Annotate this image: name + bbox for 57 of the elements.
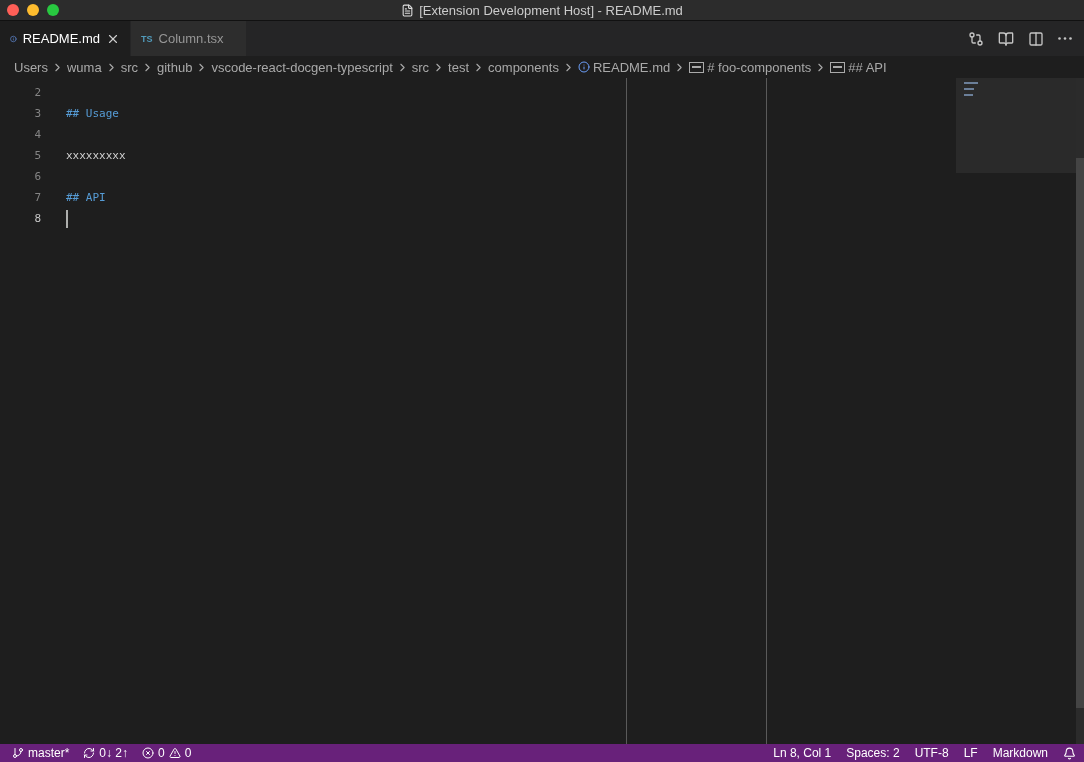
sync-status[interactable]: 0↓ 2↑	[83, 746, 129, 760]
compare-changes-button[interactable]	[968, 30, 984, 47]
sync-icon	[83, 747, 96, 759]
minimize-window-button[interactable]	[27, 4, 39, 16]
breadcrumb-item[interactable]: README.md	[592, 59, 671, 75]
breadcrumb-item[interactable]: src	[411, 59, 430, 75]
close-window-button[interactable]	[7, 4, 19, 16]
more-icon	[1058, 37, 1072, 40]
breadcrumb-item[interactable]: components	[488, 59, 559, 75]
split-editor-button[interactable]	[1028, 30, 1044, 47]
line-number: 7	[33, 190, 42, 206]
document-icon	[401, 3, 415, 17]
line-number: 3	[33, 106, 42, 122]
status-item[interactable]: UTF-8	[914, 746, 949, 760]
problems-status[interactable]: 0 0	[142, 746, 192, 760]
warning-count: 0	[184, 746, 192, 760]
breadcrumb-item[interactable]: vscode-react-docgen-typescript	[211, 59, 393, 75]
book-icon	[998, 30, 1014, 47]
editor-tab[interactable]: README.md	[0, 21, 131, 56]
file-type-icon: TS	[141, 33, 153, 44]
breadcrumb-item[interactable]: wuma	[66, 59, 102, 75]
error-icon	[142, 747, 155, 759]
line-number: 8	[33, 211, 42, 227]
scrollbar[interactable]	[1076, 78, 1084, 744]
split-icon	[1028, 30, 1044, 47]
line-number: 4	[33, 127, 42, 143]
compare-icon	[968, 30, 984, 47]
breadcrumb-item[interactable]: ## API	[848, 59, 887, 75]
info-icon	[577, 61, 590, 73]
warning-icon	[168, 747, 181, 759]
notifications-icon[interactable]	[1063, 746, 1076, 760]
line-number: 5	[33, 148, 42, 164]
branch-status[interactable]: master*	[12, 746, 70, 760]
branch-icon	[12, 747, 24, 759]
editor-tab[interactable]: TS Column.tsx	[131, 21, 247, 56]
error-count: 0	[158, 746, 165, 760]
breadcrumb-item[interactable]: # foo-components	[707, 59, 812, 75]
status-item[interactable]: LF	[963, 746, 978, 760]
window-title: [Extension Development Host] - README.md	[419, 2, 683, 18]
heading-text: ## Usage	[66, 107, 119, 120]
line-number: 2	[33, 85, 42, 101]
heading-text: ## API	[66, 191, 106, 204]
breadcrumb-item[interactable]: test	[448, 59, 470, 75]
open-preview-button[interactable]	[998, 30, 1014, 47]
status-item[interactable]: Markdown	[992, 746, 1048, 760]
breadcrumb-item[interactable]: Users	[14, 59, 48, 75]
text-cursor	[66, 209, 68, 228]
code-text: xxxxxxxxx	[66, 149, 126, 162]
string-symbol-icon	[830, 61, 846, 73]
breadcrumb-item[interactable]: github	[157, 59, 193, 75]
more-actions-button[interactable]	[1058, 37, 1072, 40]
status-item[interactable]: Ln 8, Col 1	[773, 746, 832, 760]
breadcrumb-item[interactable]: src	[120, 59, 138, 75]
line-number: 6	[33, 169, 42, 185]
string-symbol-icon	[689, 61, 705, 73]
status-item[interactable]: Spaces: 2	[846, 746, 900, 760]
zoom-window-button[interactable]	[47, 4, 59, 16]
